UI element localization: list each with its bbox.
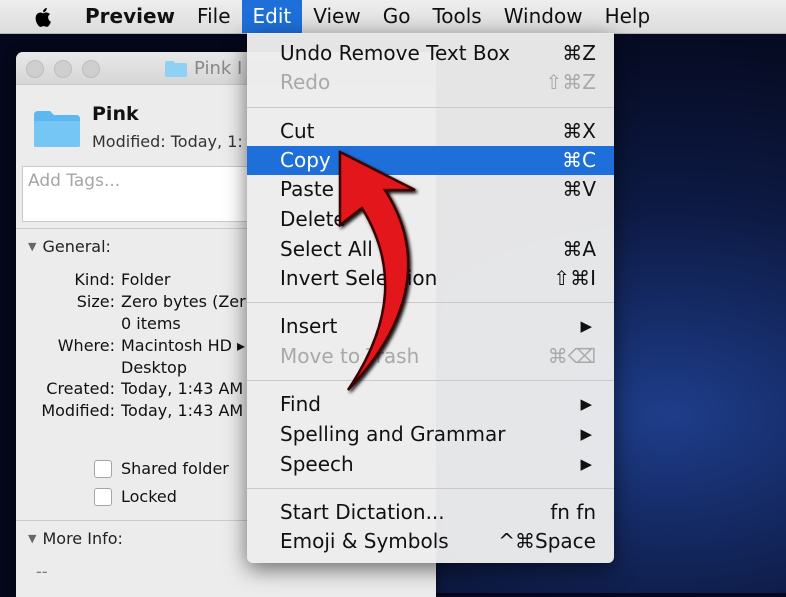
item-name: Pink [92,103,139,125]
menu-item-label: Paste [280,177,334,201]
section-more-info-label: More Info: [42,529,123,548]
menu-item-invert-selection[interactable]: Invert Selection ⇧⌘I [247,264,614,293]
window-title: Pink I [164,58,242,79]
menu-item-redo[interactable]: Redo ⇧⌘Z [247,68,614,97]
menu-item-find[interactable]: Find ▶ [247,390,614,419]
desktop: Preview File Edit View Go Tools Window H… [0,0,786,597]
menu-item-start-dictation[interactable]: Start Dictation... fn fn [247,498,614,527]
close-window-button[interactable] [26,60,44,78]
locked-checkbox[interactable] [94,488,112,506]
size-value: Zero bytes (Zer [121,292,246,311]
menu-item-shortcut: ⇧⌘Z [545,70,596,94]
menu-item-shortcut: ⇧⌘I [553,266,596,290]
shared-folder-checkbox[interactable] [94,460,112,478]
menu-item-shortcut: ⌘C [562,148,596,172]
apple-icon[interactable] [34,7,52,27]
disclosure-triangle-icon[interactable]: ▼ [28,532,36,545]
submenu-arrow-icon: ▶ [580,455,592,473]
where-value: Macintosh HD ▸ [121,336,246,355]
section-more-info[interactable]: ▼ More Info: [28,529,123,548]
menu-item-label: Invert Selection [280,266,438,290]
menu-help[interactable]: Help [594,0,662,33]
menu-bar: Preview File Edit View Go Tools Window H… [0,0,786,34]
item-modified: Modified: Today, 1: [92,132,243,151]
menu-item-speech[interactable]: Speech ▶ [247,450,614,479]
shared-folder-label: Shared folder [121,459,229,478]
menu-item-undo[interactable]: Undo Remove Text Box ⌘Z [247,39,614,68]
menu-item-label: Emoji & Symbols [280,529,449,553]
minimize-window-button[interactable] [54,60,72,78]
folder-icon [34,111,80,147]
more-info-value: -- [36,562,48,581]
menu-item-copy[interactable]: Copy ⌘C [247,146,614,175]
created-value: Today, 1:43 AM [121,379,244,398]
menu-item-select-all[interactable]: Select All ⌘A [247,235,614,264]
window-title-text: Pink I [194,58,243,79]
menu-tools[interactable]: Tools [421,0,492,33]
section-general[interactable]: ▼ General: [28,237,111,256]
menu-item-label: Select All [280,237,373,261]
menu-item-shortcut: ⌘Z [562,41,596,65]
kind-label: Kind: [74,270,115,289]
menu-separator [247,488,614,489]
menu-item-shortcut: ⌘X [562,119,596,143]
items-value: 0 items [121,314,181,333]
menu-separator [247,302,614,303]
menu-item-label: Undo Remove Text Box [280,41,511,65]
section-general-label: General: [42,237,111,256]
menu-app-preview[interactable]: Preview [74,0,186,33]
menu-window[interactable]: Window [493,0,594,33]
size-label: Size: [76,292,115,311]
menu-edit[interactable]: Edit [241,0,303,33]
menu-file[interactable]: File [186,0,241,33]
menu-item-shortcut: ^⌘Space [498,529,596,553]
edit-menu: Undo Remove Text Box ⌘Z Redo ⇧⌘Z Cut ⌘X … [247,33,614,563]
menu-item-label: Move to Trash [280,344,420,368]
menu-go[interactable]: Go [372,0,422,33]
menu-item-label: Spelling and Grammar [280,422,506,446]
menu-item-label: Start Dictation... [280,500,445,524]
disclosure-triangle-icon[interactable]: ▼ [28,240,36,253]
menu-view[interactable]: View [302,0,371,33]
created-label: Created: [46,379,115,398]
folder-icon [165,60,187,77]
kind-value: Folder [121,270,171,289]
submenu-arrow-icon: ▶ [580,395,592,413]
where-value-2: Desktop [121,358,187,377]
menu-item-shortcut: ⌘V [562,177,596,201]
menu-item-shortcut: ⌘A [562,237,596,261]
where-label: Where: [57,336,115,355]
menu-item-cut[interactable]: Cut ⌘X [247,117,614,146]
menu-item-label: Cut [280,119,315,143]
menu-item-delete[interactable]: Delete [247,205,614,234]
menu-item-paste[interactable]: Paste ⌘V [247,175,614,204]
menu-item-label: Redo [280,70,331,94]
menu-item-shortcut: ⌘⌫ [547,344,596,368]
menu-item-emoji-symbols[interactable]: Emoji & Symbols ^⌘Space [247,527,614,556]
menu-item-spelling-grammar[interactable]: Spelling and Grammar ▶ [247,420,614,449]
menu-item-label: Insert [280,314,338,338]
menu-item-label: Speech [280,452,354,476]
menu-item-insert[interactable]: Insert ▶ [247,312,614,341]
menu-item-label: Find [280,392,321,416]
menu-separator [247,380,614,381]
submenu-arrow-icon: ▶ [580,317,592,335]
menu-item-label: Copy [280,148,331,172]
menu-item-move-to-trash[interactable]: Move to Trash ⌘⌫ [247,342,614,371]
menu-item-shortcut: fn fn [550,500,596,524]
zoom-window-button[interactable] [82,60,100,78]
menu-separator [247,107,614,108]
modified-label: Modified: [41,401,115,420]
submenu-arrow-icon: ▶ [580,425,592,443]
locked-label: Locked [121,487,177,506]
modified-value: Today, 1:43 AM [121,401,244,420]
menu-item-label: Delete [280,207,346,231]
